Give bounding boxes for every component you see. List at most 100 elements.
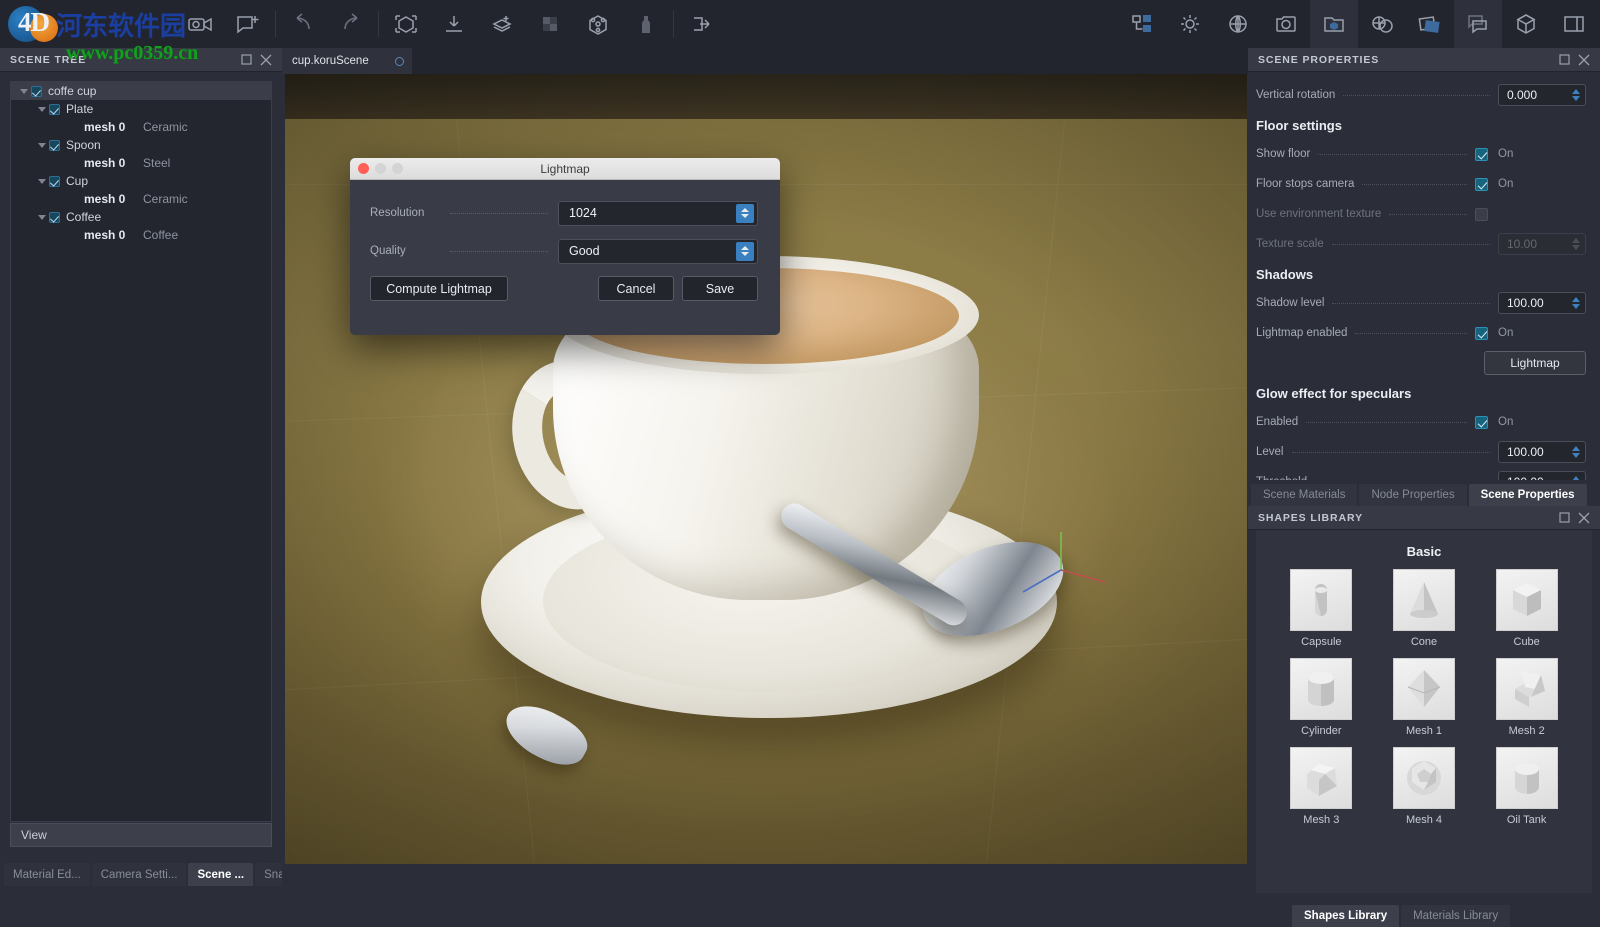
- comments-icon[interactable]: [1454, 0, 1502, 48]
- tree-row[interactable]: mesh 0Steel: [11, 154, 271, 172]
- tree-row[interactable]: Cup: [11, 172, 271, 190]
- glow-enabled-checkbox[interactable]: [1475, 416, 1488, 429]
- shape-item[interactable]: Cone: [1373, 569, 1476, 648]
- transform-object-icon[interactable]: [382, 0, 430, 48]
- polyhedron-shape-icon[interactable]: [1393, 747, 1455, 809]
- shape-item[interactable]: Mesh 1: [1373, 658, 1476, 737]
- stepper-icon[interactable]: [1569, 294, 1583, 312]
- use-environment-texture-checkbox[interactable]: [1475, 208, 1488, 221]
- chevron-down-icon[interactable]: [17, 89, 31, 94]
- tree-checkbox[interactable]: [49, 104, 60, 115]
- tilted-cube-shape-icon[interactable]: [1496, 658, 1558, 720]
- tree-row[interactable]: Coffee: [11, 208, 271, 226]
- scene-properties-title: SCENE PROPERTIES: [1258, 54, 1554, 66]
- bottle-shape-icon[interactable]: [622, 0, 670, 48]
- add-note-icon[interactable]: [224, 0, 272, 48]
- maximize-icon[interactable]: [1554, 508, 1574, 528]
- shapes-grid: CapsuleConeCube CylinderMesh 1Mesh 2 Mesh …: [1256, 569, 1592, 826]
- floor-stops-camera-checkbox[interactable]: [1475, 178, 1488, 191]
- maximize-icon[interactable]: [1554, 50, 1574, 70]
- cube-icon[interactable]: [1502, 0, 1550, 48]
- glow-enabled-value: On: [1498, 416, 1586, 428]
- scene-tree-icon[interactable]: [1118, 0, 1166, 48]
- folder-cube-icon[interactable]: [1310, 0, 1358, 48]
- bottom-tab[interactable]: Scene ...: [188, 863, 253, 886]
- globe-icon[interactable]: [1214, 0, 1262, 48]
- capsule-shape-icon[interactable]: [1290, 569, 1352, 631]
- lightmap-button[interactable]: Lightmap: [1484, 351, 1586, 375]
- tree-checkbox[interactable]: [49, 176, 60, 187]
- library-tab[interactable]: Materials Library: [1401, 905, 1510, 927]
- shape-item[interactable]: Mesh 4: [1373, 747, 1476, 826]
- stepper-icon[interactable]: [1569, 235, 1583, 253]
- stepper-icon[interactable]: [1569, 443, 1583, 461]
- properties-tab[interactable]: Node Properties: [1359, 484, 1466, 506]
- chevron-down-icon[interactable]: [35, 215, 49, 220]
- tree-row[interactable]: mesh 0Coffee: [11, 226, 271, 244]
- bottom-tab[interactable]: Material Ed...: [4, 863, 90, 886]
- chevron-updown-icon[interactable]: [736, 242, 754, 261]
- cone-shape-icon[interactable]: [1393, 569, 1455, 631]
- shape-item[interactable]: Mesh 3: [1270, 747, 1373, 826]
- tree-checkbox[interactable]: [49, 140, 60, 151]
- shadow-level-input[interactable]: 100.00: [1498, 292, 1586, 314]
- checker-texture-icon[interactable]: [526, 0, 574, 48]
- tree-checkbox[interactable]: [49, 212, 60, 223]
- chevron-down-icon[interactable]: [35, 107, 49, 112]
- gear-icon[interactable]: [1166, 0, 1214, 48]
- redo-icon[interactable]: [327, 0, 375, 48]
- mesh-nodes-icon[interactable]: [574, 0, 622, 48]
- cancel-button[interactable]: Cancel: [598, 276, 674, 301]
- close-icon[interactable]: [256, 50, 276, 70]
- tree-row[interactable]: coffe cup: [11, 82, 271, 100]
- undo-icon[interactable]: [279, 0, 327, 48]
- oiltank-shape-icon[interactable]: [1496, 747, 1558, 809]
- images-icon[interactable]: [1406, 0, 1454, 48]
- materials-icon[interactable]: [1358, 0, 1406, 48]
- chevron-updown-icon[interactable]: [736, 204, 754, 223]
- export-share-icon[interactable]: [677, 0, 725, 48]
- import-icon[interactable]: [430, 0, 478, 48]
- maximize-icon[interactable]: [236, 50, 256, 70]
- vertical-rotation-input[interactable]: 0.000: [1498, 84, 1586, 106]
- prism-shape-icon[interactable]: [1290, 747, 1352, 809]
- library-tab[interactable]: Shapes Library: [1292, 905, 1399, 927]
- cylinder-shape-icon[interactable]: [1290, 658, 1352, 720]
- show-floor-checkbox[interactable]: [1475, 148, 1488, 161]
- shape-item[interactable]: Capsule: [1270, 569, 1373, 648]
- properties-tab[interactable]: Scene Properties: [1469, 484, 1587, 506]
- cube-shape-icon[interactable]: [1496, 569, 1558, 631]
- layout-icon[interactable]: [1550, 0, 1598, 48]
- close-icon[interactable]: [1574, 50, 1594, 70]
- texture-scale-input[interactable]: 10.00: [1498, 233, 1586, 255]
- lightmap-enabled-checkbox[interactable]: [1475, 327, 1488, 340]
- scene-tab-cup[interactable]: cup.koruScene: [282, 48, 412, 74]
- shapes-library-body[interactable]: Basic CapsuleConeCubeCylinderMesh 1Mesh …: [1256, 530, 1592, 893]
- tree-checkbox[interactable]: [31, 86, 42, 97]
- quality-select[interactable]: Good: [558, 239, 758, 264]
- tree-row[interactable]: mesh 0Ceramic: [11, 118, 271, 136]
- tree-row[interactable]: mesh 0Ceramic: [11, 190, 271, 208]
- resolution-select[interactable]: 1024: [558, 201, 758, 226]
- bottom-tab[interactable]: Camera Setti...: [92, 863, 187, 886]
- close-icon[interactable]: [1574, 508, 1594, 528]
- add-layer-icon[interactable]: [478, 0, 526, 48]
- view-button[interactable]: View: [10, 823, 272, 847]
- octahedron-shape-icon[interactable]: [1393, 658, 1455, 720]
- dialog-titlebar: Lightmap: [350, 158, 780, 180]
- save-button[interactable]: Save: [682, 276, 758, 301]
- shape-item[interactable]: Mesh 2: [1475, 658, 1578, 737]
- compute-lightmap-button[interactable]: Compute Lightmap: [370, 276, 508, 301]
- tree-row[interactable]: Spoon: [11, 136, 271, 154]
- glow-level-input[interactable]: 100.00: [1498, 441, 1586, 463]
- shape-item[interactable]: Cylinder: [1270, 658, 1373, 737]
- scene-tab-close-dot[interactable]: [395, 57, 404, 66]
- stepper-icon[interactable]: [1569, 86, 1583, 104]
- chevron-down-icon[interactable]: [35, 143, 49, 148]
- tree-row[interactable]: Plate: [11, 100, 271, 118]
- camera-icon[interactable]: [1262, 0, 1310, 48]
- shape-item[interactable]: Cube: [1475, 569, 1578, 648]
- chevron-down-icon[interactable]: [35, 179, 49, 184]
- properties-tab[interactable]: Scene Materials: [1251, 484, 1357, 506]
- shape-item[interactable]: Oil Tank: [1475, 747, 1578, 826]
